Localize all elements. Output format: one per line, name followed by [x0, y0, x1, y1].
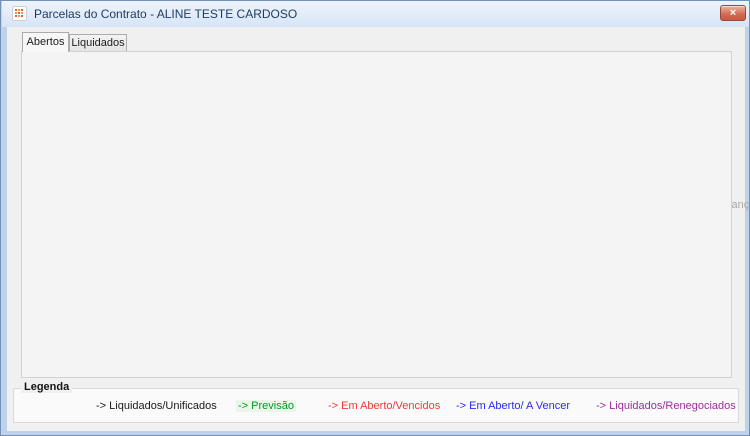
window-title: Parcelas do Contrato - ALINE TESTE CARDO… [34, 7, 298, 21]
legend-liquidados-renegociados: -> Liquidados/Renegociados [596, 400, 736, 412]
legend-em-aberto-vencidos: -> Em Aberto/Vencidos [328, 400, 441, 412]
app-icon-glyph [15, 9, 17, 11]
legend-liquidados-unificados: -> Liquidados/Unificados [96, 400, 217, 412]
legend-groupbox-title: Legenda [21, 381, 73, 393]
tab-liquidados[interactable]: Liquidados [69, 34, 127, 52]
tab-abertos[interactable]: Abertos [22, 32, 69, 52]
tab-panel-abertos [21, 51, 732, 378]
dialog-window: Parcelas do Contrato - ALINE TESTE CARDO… [0, 0, 750, 436]
legend-em-aberto-a-vencer: -> Em Aberto/ A Vencer [456, 400, 571, 412]
title-bar: Parcelas do Contrato - ALINE TESTE CARDO… [2, 1, 749, 27]
legend-previsao: -> Previsão [236, 400, 296, 412]
app-icon [12, 6, 27, 21]
close-button[interactable]: × [720, 5, 746, 21]
